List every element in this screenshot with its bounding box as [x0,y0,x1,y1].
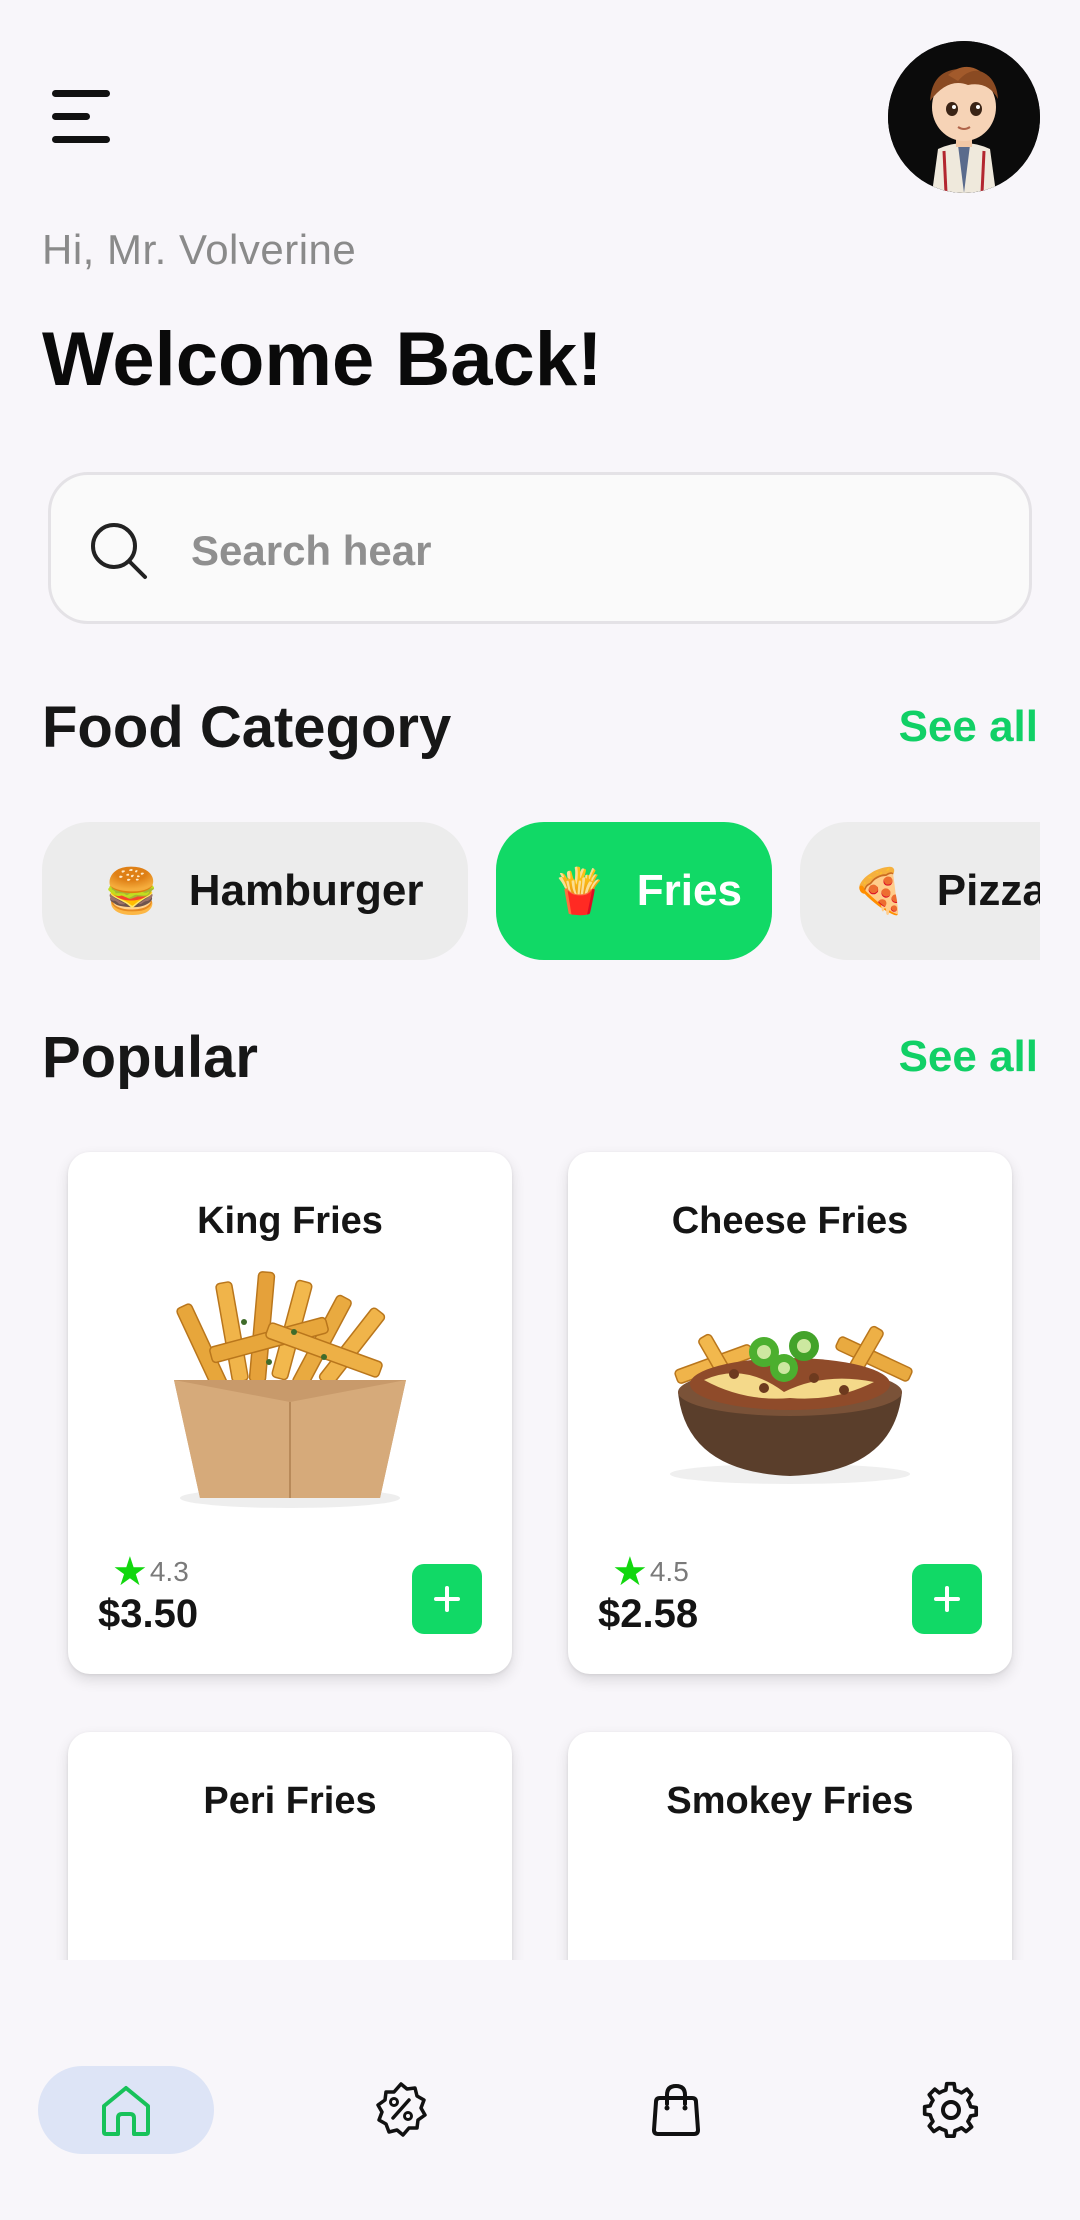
popular-title: Popular [42,1025,258,1090]
add-to-cart-button[interactable] [912,1564,982,1634]
avatar-illustration [888,41,1040,193]
product-name: Cheese Fries [671,1200,909,1242]
king-fries-image [154,1262,426,1512]
category-chip-hamburger[interactable]: 🍔 Hamburger [42,822,468,960]
page-title: Welcome Back! [42,317,603,402]
rating: ★ 4.5 [612,1552,689,1592]
product-card-peri-fries[interactable]: Peri Fries [68,1732,512,1960]
nav-settings[interactable] [863,2066,1039,2154]
rating-value: 4.3 [149,1556,189,1587]
categories-see-all-link[interactable]: See all [899,702,1038,752]
settings-gear-icon [922,2081,979,2138]
star-icon: ★ [612,1550,648,1594]
product-name: Peri Fries [203,1780,377,1822]
search-icon [91,523,147,579]
product-card-smokey-fries[interactable]: Smokey Fries [568,1732,1012,1960]
product-card-cheese-fries[interactable]: Cheese Fries ★ 4.5 $2.58 [568,1152,1012,1674]
home-icon [102,2086,150,2136]
star-icon: ★ [112,1550,148,1594]
rating-value: 4.5 [649,1556,689,1587]
add-to-cart-button[interactable] [412,1564,482,1634]
product-card-king-fries[interactable]: King Fries ★ 4.3 $3.50 [68,1152,512,1674]
category-label: Pizza [936,866,1040,915]
greeting-text: Hi, Mr. Volverine [42,226,357,273]
category-chip-pizza[interactable]: 🍕 Pizza [800,822,1040,960]
product-price: $2.58 [598,1592,699,1636]
discount-icon [376,2082,427,2137]
menu-icon[interactable] [52,90,114,144]
category-list: 🍔 Hamburger 🍟 Fries 🍕 Pizza [42,822,1040,962]
pizza-icon: 🍕 [852,867,907,916]
category-label: Fries [636,866,742,915]
peri-fries-image [154,1842,426,1960]
bottom-navigation [0,1960,1080,2220]
nav-offers[interactable] [313,2066,489,2154]
product-price: $3.50 [98,1592,199,1636]
food-category-title: Food Category [42,695,452,760]
search-bar[interactable] [48,472,1032,624]
category-chip-fries[interactable]: 🍟 Fries [496,822,772,960]
rating: ★ 4.3 [112,1552,189,1592]
fries-icon: 🍟 [552,867,607,916]
product-name: King Fries [197,1200,383,1242]
nav-home[interactable] [38,2066,214,2154]
popular-grid: King Fries ★ 4.3 $3.50 Cheese Fries ★ 4.… [0,1130,1080,1960]
popular-see-all-link[interactable]: See all [899,1032,1038,1082]
avatar[interactable] [888,41,1040,193]
cheese-fries-image [654,1262,926,1512]
hamburger-icon: 🍔 [104,867,159,916]
home-screen: Hi, Mr. Volverine Welcome Back! Food Cat… [0,0,1080,2220]
shopping-bag-icon [652,2083,700,2136]
nav-cart[interactable] [588,2066,764,2154]
category-label: Hamburger [188,866,424,915]
smokey-fries-image [654,1842,926,1960]
search-input[interactable] [191,505,991,597]
product-name: Smokey Fries [666,1780,914,1822]
